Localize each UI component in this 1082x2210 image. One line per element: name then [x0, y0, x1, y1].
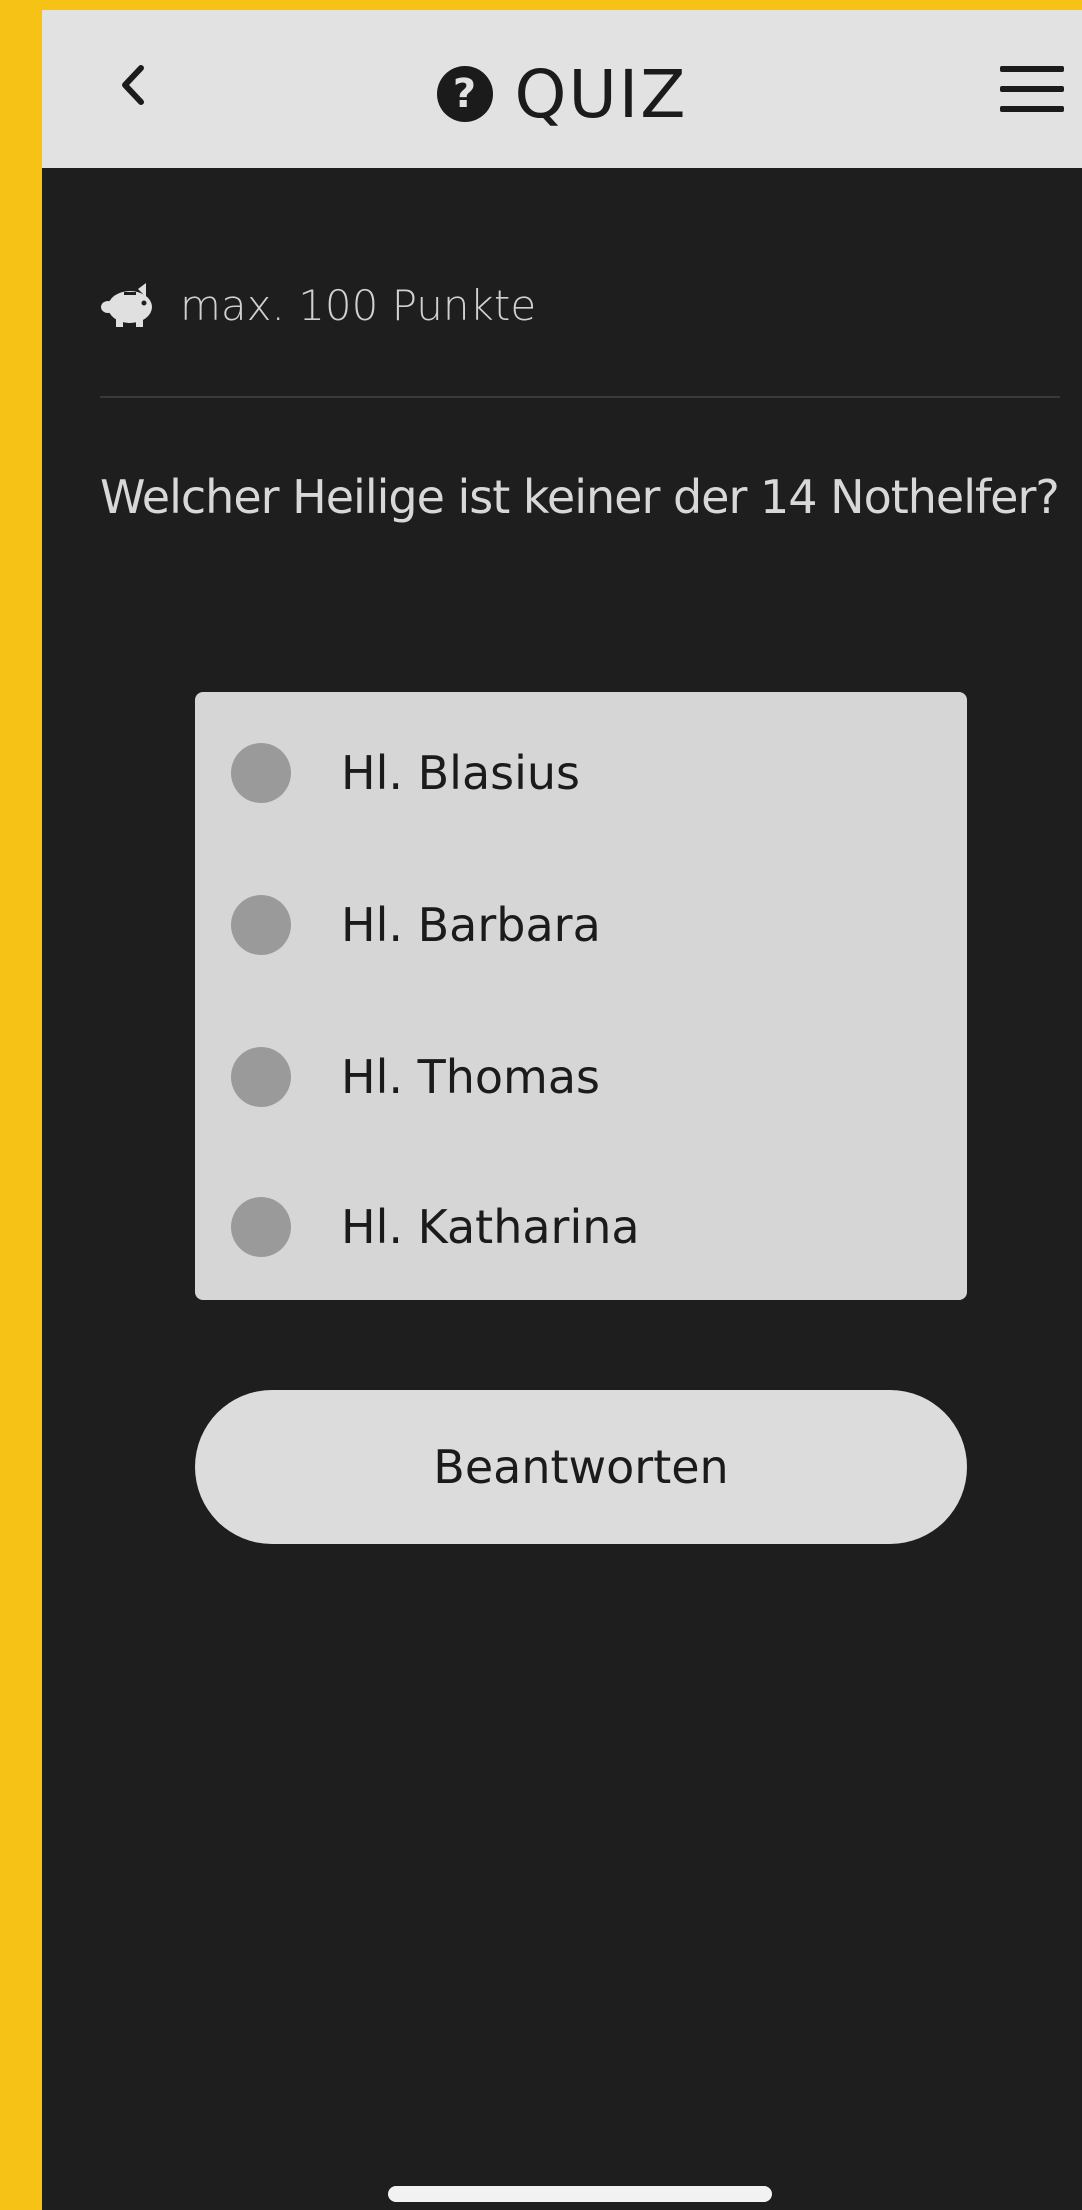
question-circle-icon: ?: [436, 66, 493, 122]
answer-options: Hl. Blasius Hl. Barbara Hl. Thomas Hl. K…: [195, 692, 967, 1300]
divider: [100, 396, 1060, 398]
home-indicator[interactable]: [388, 2186, 772, 2202]
option-label: Hl. Thomas: [341, 1050, 600, 1104]
option-thomas[interactable]: Hl. Thomas: [231, 1032, 931, 1122]
radio-button[interactable]: [231, 1197, 291, 1257]
option-blasius[interactable]: Hl. Blasius: [231, 728, 931, 818]
piggy-bank-icon: [101, 283, 152, 327]
radio-button[interactable]: [231, 1047, 291, 1107]
option-barbara[interactable]: Hl. Barbara: [231, 880, 931, 970]
menu-button[interactable]: [1000, 66, 1064, 112]
radio-button[interactable]: [231, 895, 291, 955]
submit-answer-button[interactable]: Beantworten: [195, 1390, 967, 1544]
option-label: Hl. Katharina: [341, 1200, 640, 1254]
max-points-label: max. 100 Punkte: [180, 280, 537, 330]
option-label: Hl. Blasius: [341, 746, 581, 800]
points-info: max. 100 Punkte: [100, 265, 536, 345]
app-bar: ? QUIZ: [42, 10, 1082, 168]
option-label: Hl. Barbara: [341, 898, 601, 952]
page-title-text: QUIZ: [514, 55, 688, 133]
question-text: Welcher Heilige ist keiner der 14 Nothel…: [100, 470, 1060, 524]
quiz-screen: ? QUIZ max. 100 Punkte Welcher Heilige i…: [42, 10, 1082, 2210]
option-katharina[interactable]: Hl. Katharina: [231, 1182, 931, 1272]
hamburger-menu-icon: [1000, 66, 1064, 72]
radio-button[interactable]: [231, 743, 291, 803]
page-title: ? QUIZ: [42, 54, 1082, 134]
